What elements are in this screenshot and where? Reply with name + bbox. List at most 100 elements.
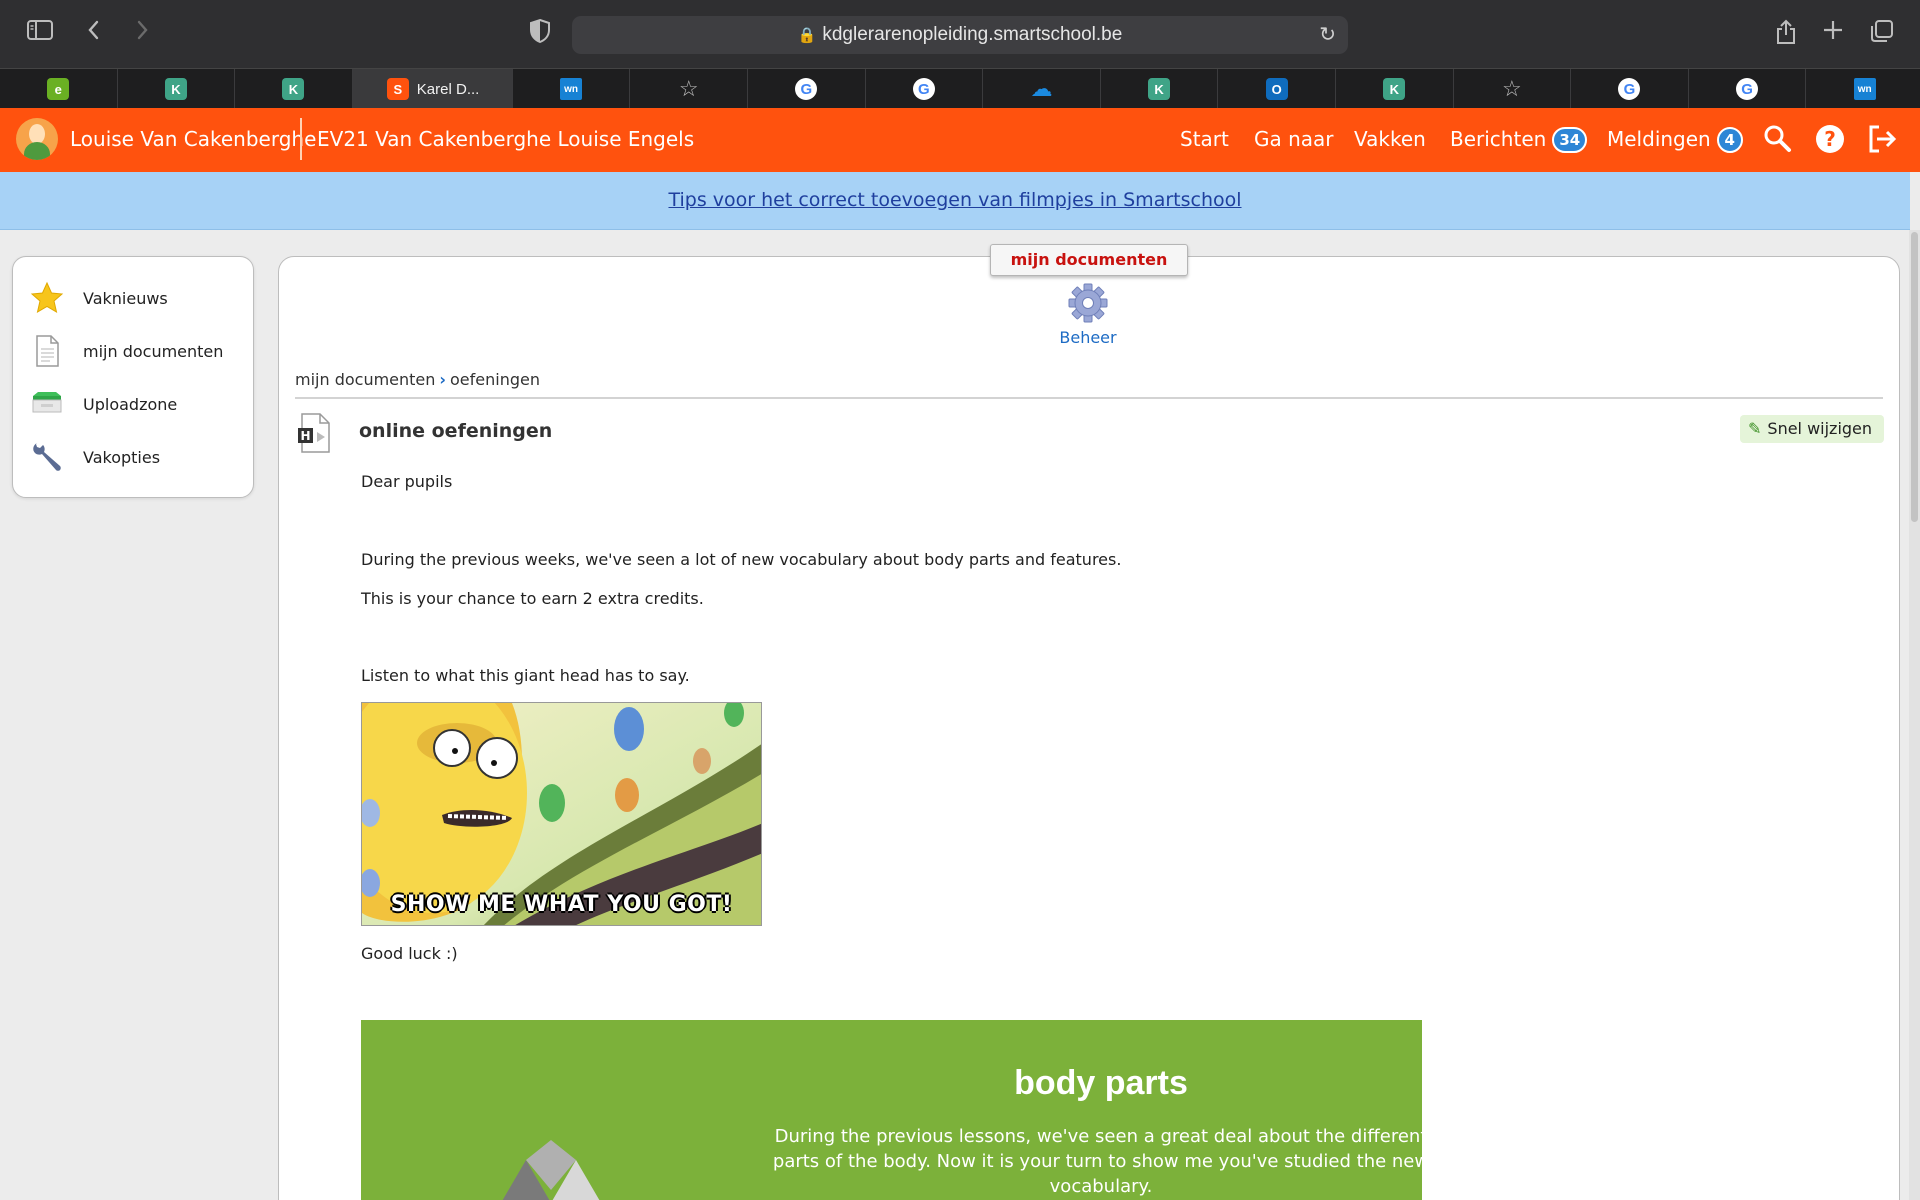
back-icon[interactable] xyxy=(78,18,110,50)
section-title-tab: mijn documenten xyxy=(990,244,1188,276)
logout-icon[interactable] xyxy=(1864,121,1900,157)
paragraph: During the previous weeks, we've seen a … xyxy=(361,550,1122,569)
berichten-badge: 34 xyxy=(1552,127,1588,153)
app-header: Louise Van Cakenberghe EV21 Van Cakenber… xyxy=(0,108,1920,172)
browser-tab[interactable]: wn xyxy=(1806,69,1920,109)
privacy-shield-icon[interactable] xyxy=(524,18,556,50)
svg-text:H: H xyxy=(300,429,310,443)
reload-icon[interactable]: ↻ xyxy=(1319,22,1336,46)
share-icon[interactable] xyxy=(1770,18,1802,50)
pencil-icon: ✎ xyxy=(1748,419,1762,438)
browser-tab[interactable]: G xyxy=(866,69,984,109)
paragraph-greeting: Dear pupils xyxy=(361,472,453,491)
page-scrollbar[interactable] xyxy=(1909,230,1920,1200)
paragraph: This is your chance to earn 2 extra cred… xyxy=(361,589,704,608)
breadcrumb-item[interactable]: oefeningen xyxy=(450,370,540,389)
sidebar-item-vakopties[interactable]: Vakopties xyxy=(13,432,253,482)
k-icon: K xyxy=(1383,78,1406,100)
outlook-icon: O xyxy=(1265,78,1288,100)
browser-tab[interactable]: e xyxy=(0,69,118,109)
exercise-card[interactable]: body parts During the previous lessons, … xyxy=(361,1020,1422,1200)
browser-tab[interactable]: K xyxy=(1336,69,1454,109)
scroll-thumb[interactable] xyxy=(1911,232,1918,522)
browser-tab[interactable]: wn xyxy=(513,69,631,109)
browser-tab[interactable]: ☁ xyxy=(983,69,1101,109)
browser-tab[interactable]: K xyxy=(118,69,236,109)
document-icon xyxy=(29,333,65,369)
divider xyxy=(295,397,1883,399)
tab-overview-icon[interactable] xyxy=(1866,18,1898,50)
sidebar-item-label: Vakopties xyxy=(83,448,161,467)
wn-icon: wn xyxy=(560,78,583,100)
nav-ga-naar[interactable]: Ga naar xyxy=(1254,127,1334,151)
browser-toolbar: 🔒 kdglerarenopleiding.smartschool.be ↻ xyxy=(0,0,1920,68)
giant-head-gif[interactable]: SHOW ME WHAT YOU GOT! xyxy=(361,702,762,926)
sidebar-toggle-icon[interactable] xyxy=(24,18,56,50)
html-document-icon: H xyxy=(296,412,334,454)
nav-meldingen-label: Meldingen xyxy=(1607,127,1711,151)
tab-strip: e K K S Karel D... wn ☆ G G ☁ K O K ☆ G Gwn xyxy=(0,68,1920,109)
inbox-icon xyxy=(29,386,65,422)
beheer-label: Beheer xyxy=(1059,328,1117,347)
nav-berichten-label: Berichten xyxy=(1450,127,1547,151)
smartschool-icon: S xyxy=(386,78,409,100)
sidebar-item-label: Vaknieuws xyxy=(83,289,168,308)
avatar[interactable] xyxy=(16,118,58,160)
new-tab-icon[interactable] xyxy=(1817,18,1849,50)
cube-logo-icon xyxy=(502,1140,600,1200)
onedrive-icon: ☁ xyxy=(1030,76,1053,101)
lock-icon: 🔒 xyxy=(797,27,817,44)
tab-label: Karel D... xyxy=(416,80,480,98)
snel-wijzigen-button[interactable]: ✎ Snel wijzigen xyxy=(1740,415,1885,443)
course-title[interactable]: EV21 Van Cakenberghe Louise Engels xyxy=(317,127,694,151)
sidebar-item-uploadzone[interactable]: Uploadzone xyxy=(13,379,253,429)
banner-link[interactable]: Tips voor het correct toevoegen van film… xyxy=(668,189,1241,211)
card-title: body parts xyxy=(1014,1064,1188,1102)
beheer-button[interactable]: Beheer xyxy=(1046,282,1130,347)
chevron-right-icon: › xyxy=(439,370,447,389)
snel-wijzigen-label: Snel wijzigen xyxy=(1767,419,1873,438)
sidebar-item-label: mijn documenten xyxy=(83,342,224,361)
course-sidebar: Vaknieuws mijn documenten Uploadzone Vak… xyxy=(12,256,254,498)
browser-tab[interactable]: G xyxy=(1571,69,1689,109)
sidebar-item-vaknieuws[interactable]: Vaknieuws xyxy=(13,273,253,323)
browser-tab[interactable]: ☆ xyxy=(1454,69,1572,109)
browser-tab[interactable]: K xyxy=(235,69,353,109)
breadcrumb: mijn documenten › oefeningen xyxy=(295,370,540,389)
star-icon: ☆ xyxy=(678,76,699,101)
browser-tab[interactable]: G xyxy=(1689,69,1807,109)
gear-icon xyxy=(1068,283,1108,323)
browser-tab[interactable]: O xyxy=(1218,69,1336,109)
info-banner: Tips voor het correct toevoegen van film… xyxy=(0,172,1910,230)
address-bar[interactable]: 🔒 kdglerarenopleiding.smartschool.be ↻ xyxy=(572,16,1348,54)
k-icon: K xyxy=(164,78,187,100)
svg-text:?: ? xyxy=(1824,127,1836,151)
search-icon[interactable] xyxy=(1760,121,1796,157)
forward-icon[interactable] xyxy=(126,18,158,50)
breadcrumb-item[interactable]: mijn documenten xyxy=(295,370,435,389)
meldingen-badge: 4 xyxy=(1716,127,1743,153)
browser-tab[interactable]: ☆ xyxy=(630,69,748,109)
sidebar-item-mijn-documenten[interactable]: mijn documenten xyxy=(13,326,253,376)
nav-start[interactable]: Start xyxy=(1180,127,1229,151)
browser-tab[interactable]: S Karel D... xyxy=(352,69,513,109)
google-icon: G xyxy=(912,78,935,100)
card-description: During the previous lessons, we've seen … xyxy=(772,1126,1422,1197)
help-icon[interactable]: ? xyxy=(1812,121,1848,157)
paragraph: Listen to what this giant head has to sa… xyxy=(361,666,690,685)
paragraph: Good luck :) xyxy=(361,944,458,963)
k-icon: K xyxy=(282,78,305,100)
google-icon: G xyxy=(1618,78,1641,100)
user-name[interactable]: Louise Van Cakenberghe xyxy=(70,127,316,151)
e-icon: e xyxy=(47,78,70,100)
url-text: kdglerarenopleiding.smartschool.be xyxy=(822,24,1123,45)
nav-meldingen[interactable]: Meldingen 4 xyxy=(1607,127,1743,153)
browser-tab[interactable]: K xyxy=(1101,69,1219,109)
star-icon xyxy=(29,280,65,316)
header-divider xyxy=(300,118,302,160)
browser-tab[interactable]: G xyxy=(748,69,866,109)
star-icon: ☆ xyxy=(1502,76,1522,101)
nav-vakken[interactable]: Vakken xyxy=(1354,127,1426,151)
k-icon: K xyxy=(1148,78,1171,100)
nav-berichten[interactable]: Berichten 34 xyxy=(1450,127,1588,153)
